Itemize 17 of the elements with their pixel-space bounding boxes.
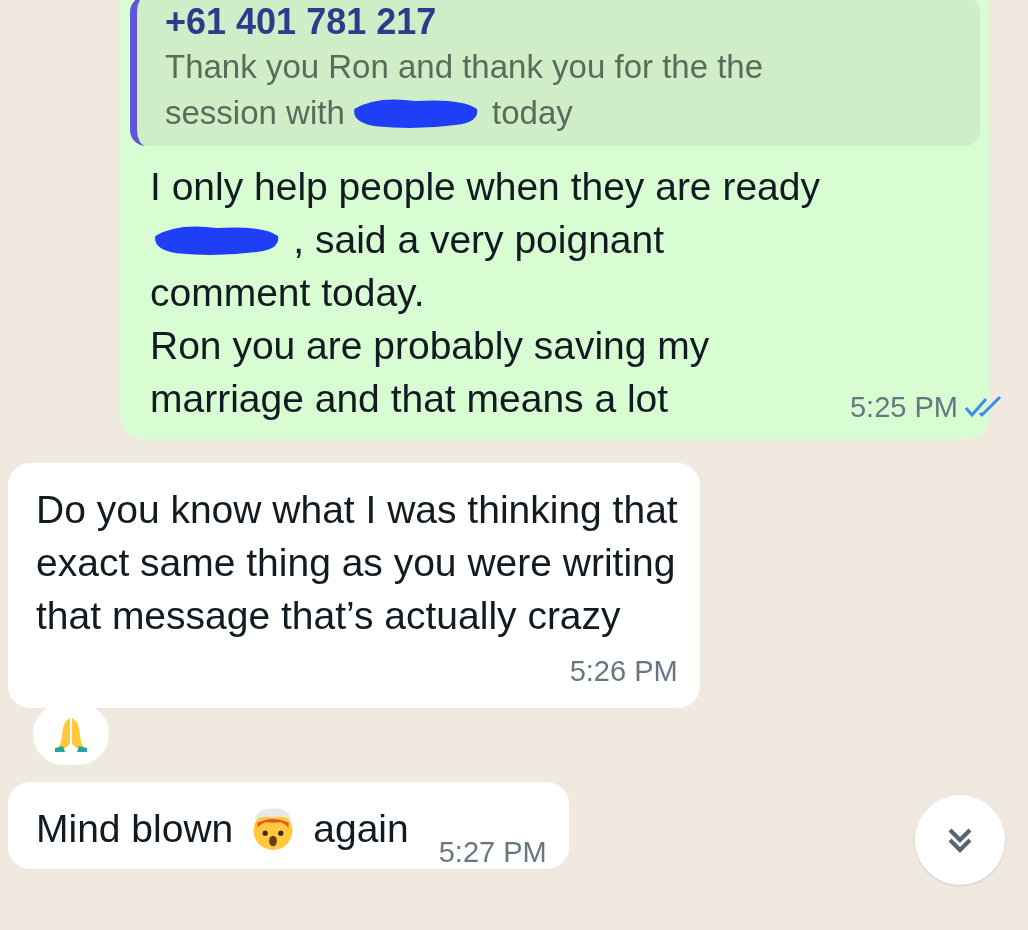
quoted-sender: +61 401 781 217 — [165, 0, 438, 44]
message-text: , said a very poignant — [293, 217, 665, 263]
message-time: 5:25 PM — [849, 389, 958, 425]
message-time: 5:26 PM — [569, 654, 678, 689]
message-text: exact same thing as you were writing — [36, 540, 676, 586]
quoted-text: today — [492, 93, 573, 133]
message-text: comment today. — [150, 270, 425, 316]
message-text: Do you know what I was thinking that — [36, 487, 678, 533]
message-text: Ron you are probably saving my — [150, 323, 710, 369]
quoted-text: Thank you Ron and thank you for the the — [165, 47, 764, 87]
quoted-text: session with — [165, 93, 345, 133]
message-time: 5:27 PM — [438, 835, 547, 870]
message-text: again — [313, 805, 409, 852]
message-text: marriage and that means a lot — [150, 376, 669, 422]
message-text: I only help people when they are ready — [150, 164, 820, 210]
message-text: that message that’s actually crazy — [36, 593, 621, 639]
message-text: Mind blown — [36, 805, 234, 852]
